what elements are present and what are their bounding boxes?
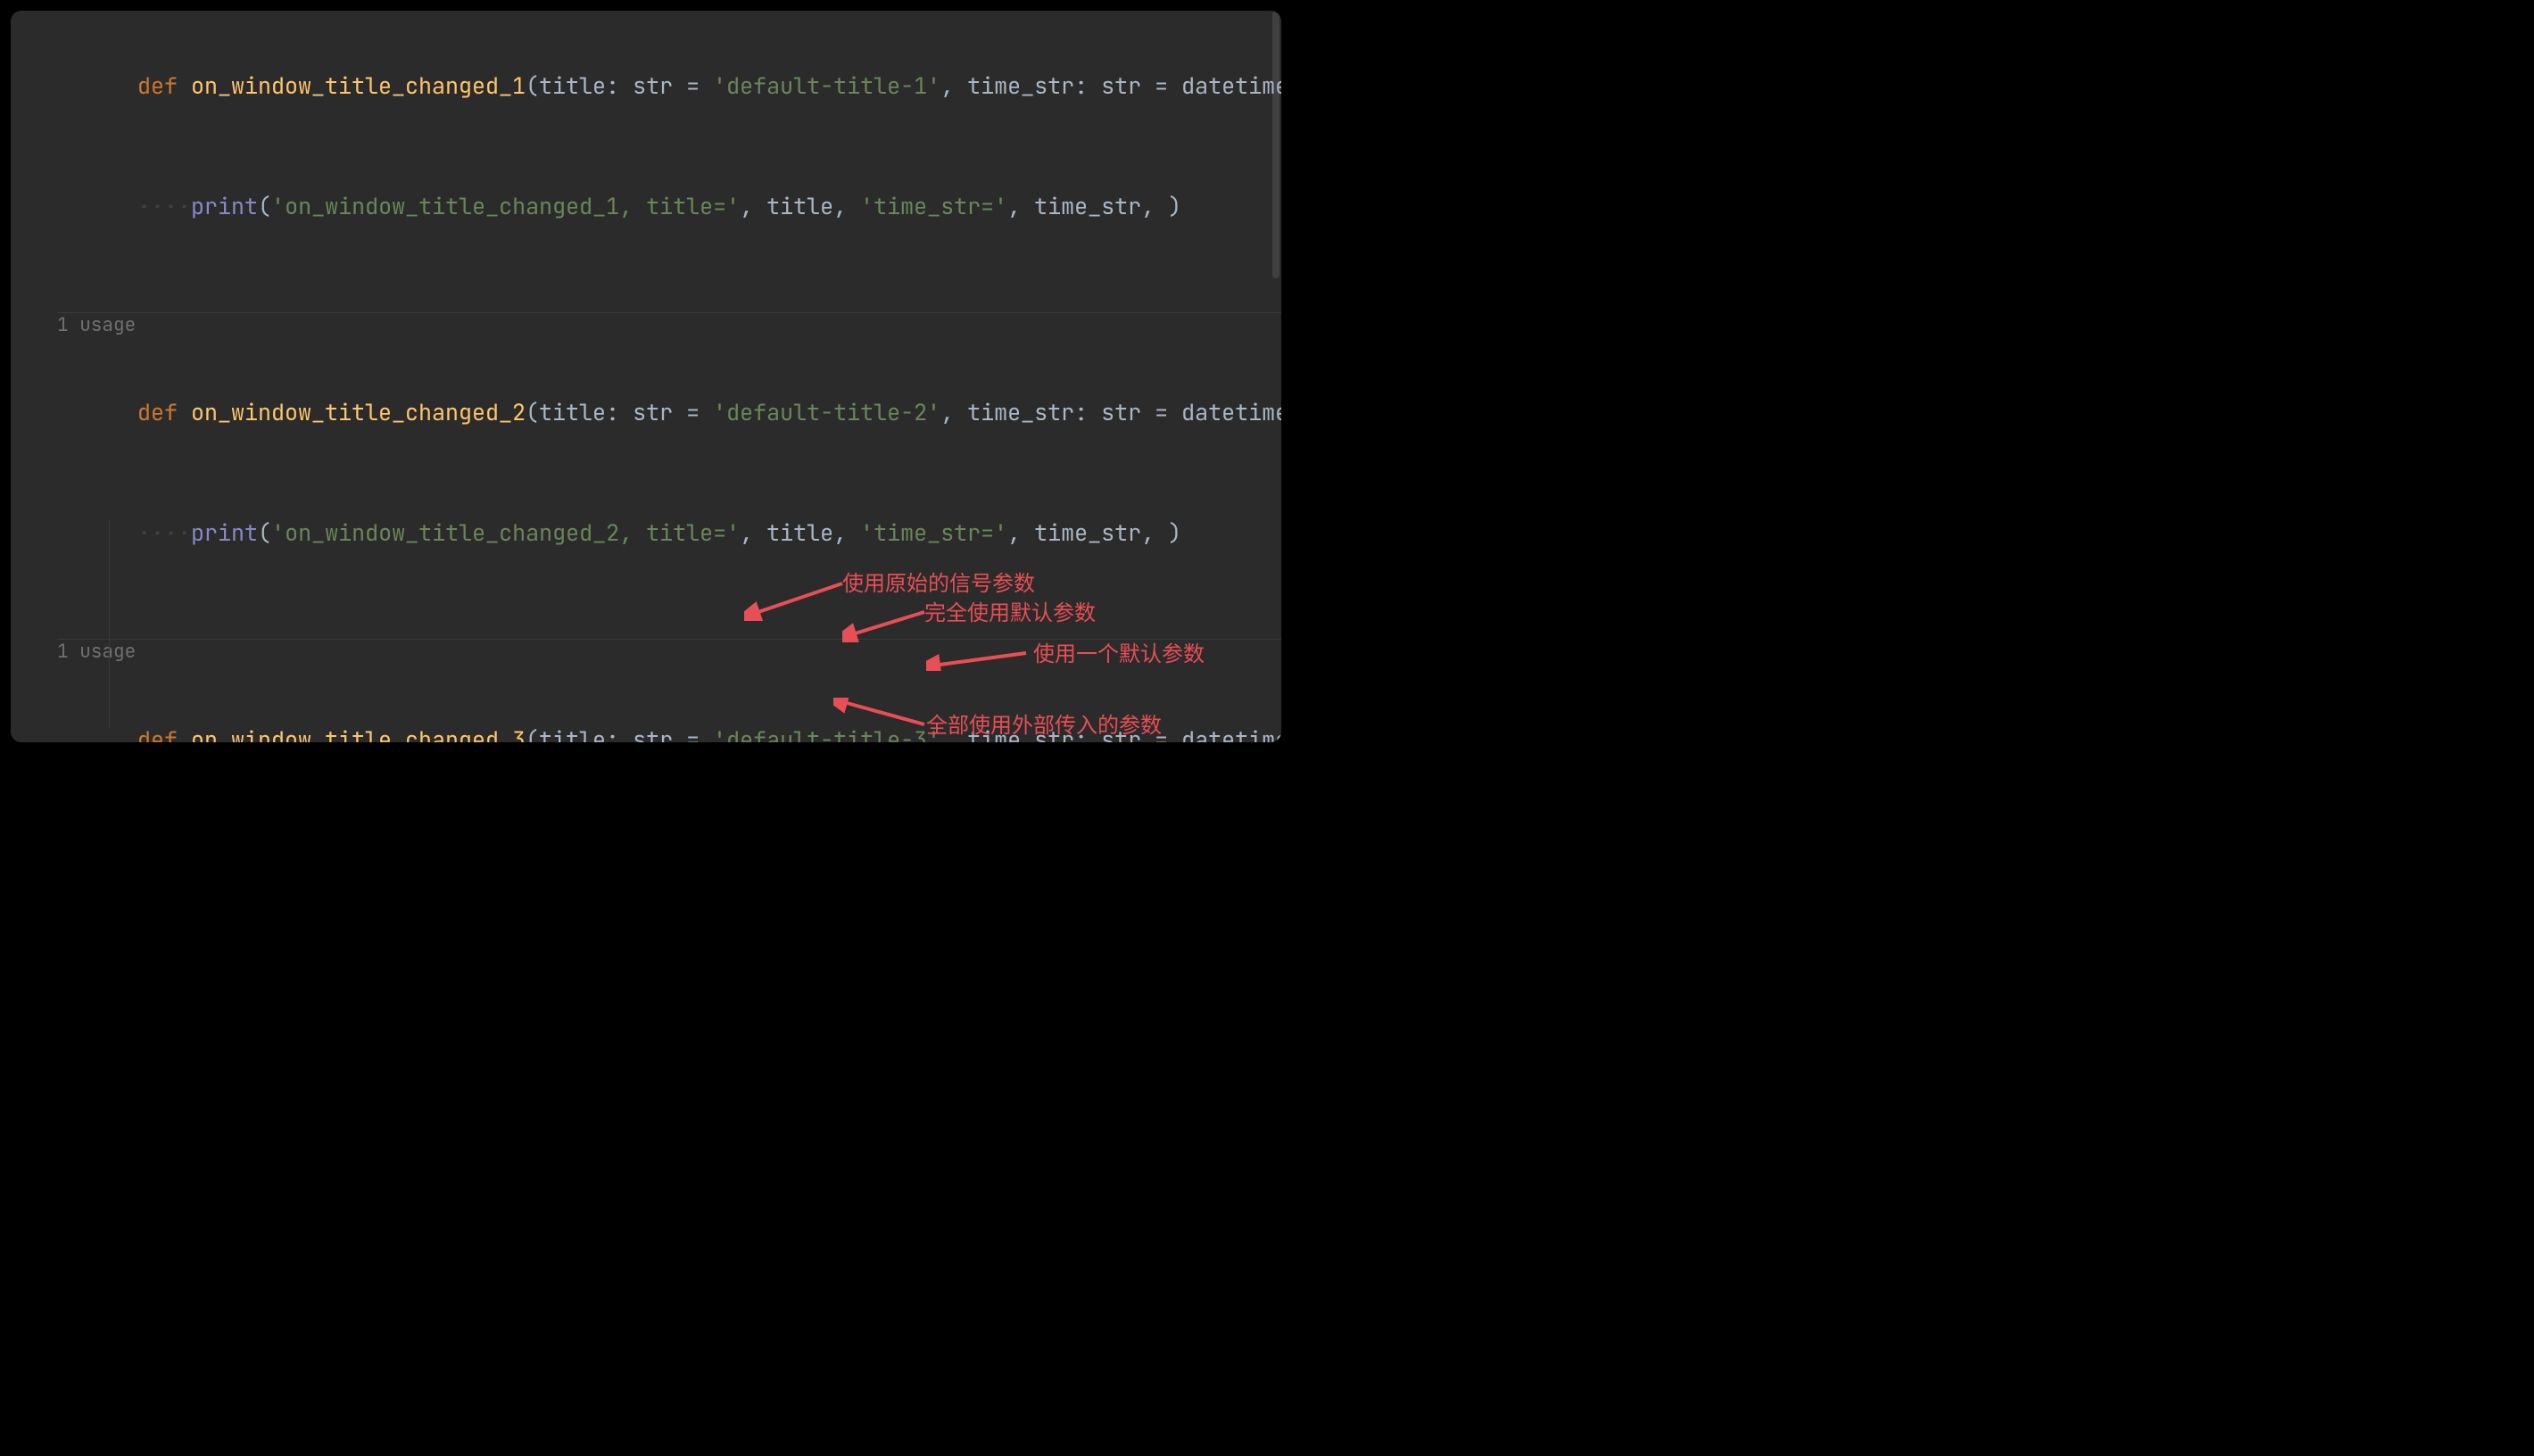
code-line[interactable]: ⌃ ····print('on_window_title_changed_2, … xyxy=(57,459,1281,579)
indent-dots: ···· xyxy=(137,517,191,548)
code-line[interactable]: ⌄ def on_window_title_changed_2(title: s… xyxy=(57,338,1281,459)
indent-guide xyxy=(109,519,110,729)
default: datetime.now().isoformat()): xyxy=(1181,724,1281,742)
type: str xyxy=(633,397,673,427)
gutter xyxy=(11,11,57,742)
builtin-print: print xyxy=(191,517,258,548)
eq: = xyxy=(673,397,713,427)
string: 'default-title-1' xyxy=(713,70,940,101)
string: 'on_window_title_changed_2, title=' xyxy=(271,517,740,548)
sig: (title: xyxy=(526,70,633,101)
sig: , time_str: xyxy=(940,70,1101,101)
args: , time_str, ) xyxy=(1007,191,1181,221)
args: , time_str, ) xyxy=(1007,517,1181,548)
eq: = xyxy=(1141,70,1181,101)
sig: (title: xyxy=(526,397,633,427)
indent-dots: ···· xyxy=(137,191,191,221)
type: str xyxy=(1101,397,1141,427)
function-name: on_window_title_changed_1 xyxy=(191,70,526,101)
eq: = xyxy=(1141,724,1181,742)
eq: = xyxy=(673,724,713,742)
usage-hint[interactable]: 1 usage xyxy=(57,313,1281,338)
code-line[interactable]: ⌄ def on_window_title_changed_3(title: s… xyxy=(57,666,1281,742)
code-line[interactable]: ⌄ def on_window_title_changed_1(title: s… xyxy=(57,11,1281,131)
paren: ( xyxy=(258,191,271,221)
default: datetime.now().isoformat()): xyxy=(1181,70,1281,101)
string: 'time_str=' xyxy=(860,517,1007,548)
keyword-def: def xyxy=(137,724,191,742)
usage-hint[interactable]: 1 usage xyxy=(57,640,1281,665)
scrollbar-thumb[interactable] xyxy=(1272,11,1279,278)
type: str xyxy=(633,70,673,101)
string: 'default-title-3' xyxy=(713,724,940,742)
type: str xyxy=(1101,70,1141,101)
blank-line xyxy=(57,282,1281,312)
blank-line xyxy=(57,579,1281,609)
args: , title, xyxy=(740,517,860,548)
blank-line xyxy=(57,609,1281,640)
default: datetime.now().isoformat()): xyxy=(1181,397,1281,427)
eq: = xyxy=(1141,397,1181,427)
string: 'default-title-2' xyxy=(713,397,940,427)
paren: ( xyxy=(258,517,271,548)
function-name: on_window_title_changed_2 xyxy=(191,397,526,427)
keyword-def: def xyxy=(137,397,191,427)
args: , title, xyxy=(740,191,860,221)
blank-line xyxy=(57,252,1281,282)
sig: , time_str: xyxy=(940,724,1101,742)
type: str xyxy=(1101,724,1141,742)
type: str xyxy=(633,724,673,742)
vertical-scrollbar[interactable] xyxy=(1271,11,1279,742)
keyword-def: def xyxy=(137,70,191,101)
function-name: on_window_title_changed_3 xyxy=(191,724,526,742)
builtin-print: print xyxy=(191,191,258,221)
sig: (title: xyxy=(526,724,633,742)
code-line[interactable]: ⌃ ····print('on_window_title_changed_1, … xyxy=(57,131,1281,252)
code-editor[interactable]: ⌄ def on_window_title_changed_1(title: s… xyxy=(11,11,1281,742)
string: 'on_window_title_changed_1, title=' xyxy=(271,191,740,221)
code-area[interactable]: ⌄ def on_window_title_changed_1(title: s… xyxy=(57,11,1281,742)
sig: , time_str: xyxy=(940,397,1101,427)
eq: = xyxy=(673,70,713,101)
string: 'time_str=' xyxy=(860,191,1007,221)
